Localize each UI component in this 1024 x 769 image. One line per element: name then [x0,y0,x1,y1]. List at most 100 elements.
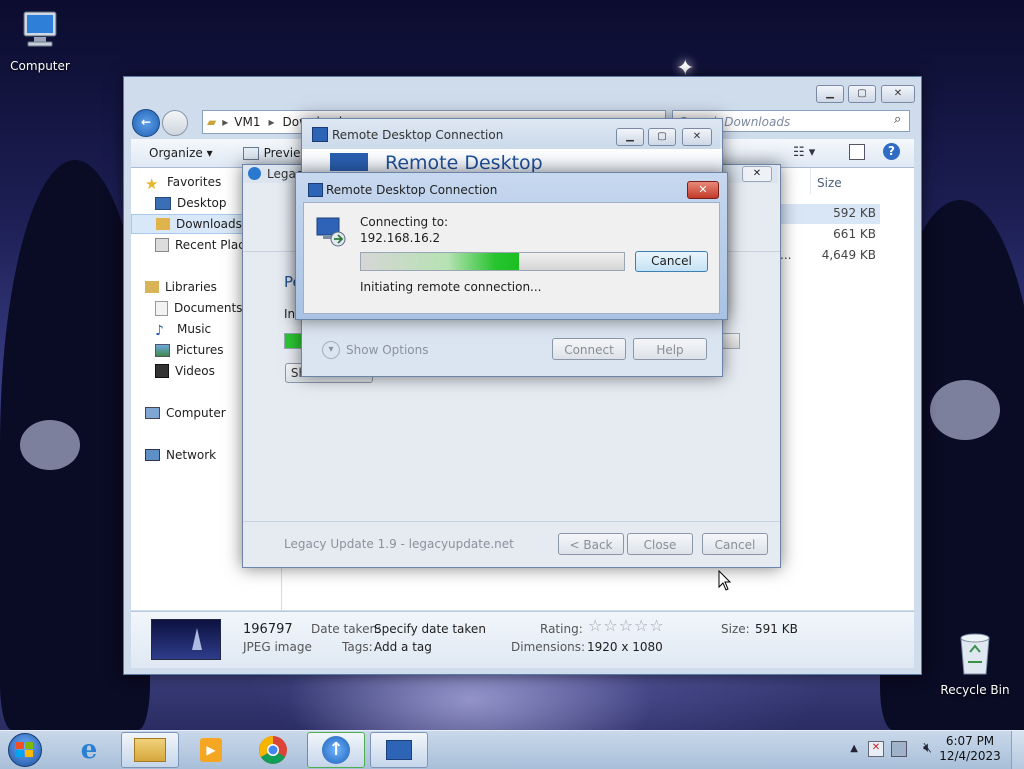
rdc-title: Remote Desktop Connection [332,128,504,142]
row-size: 592 KB [833,206,876,220]
tags-value[interactable]: Add a tag [374,640,432,654]
row-size: 4,649 KB [821,248,876,262]
clock-time: 6:07 PM [945,734,995,748]
action-center-icon[interactable]: ✕ [868,741,884,757]
row-size: 661 KB [833,227,876,241]
nav-pictures[interactable]: Pictures [155,340,224,360]
close-button[interactable]: ✕ [881,85,915,103]
folder-icon: ▰ [207,115,217,129]
legacy-cancel-button[interactable]: Cancel [702,533,768,555]
dimensions-value: 1920 x 1080 [587,640,663,654]
help-button[interactable]: Help [633,338,707,360]
nav-network[interactable]: Network [145,445,216,465]
rating-label: Rating: [540,622,583,636]
table-row[interactable]: 592 KB [780,204,880,224]
start-button[interactable] [3,731,47,769]
star-outline-icon[interactable]: ☆ [619,616,633,635]
legacy-update-icon [248,167,261,180]
star-icon: ★ [145,175,159,193]
maximize-button[interactable]: ▢ [648,128,676,146]
show-options-label: Show Options [346,343,429,357]
star-outline-icon[interactable]: ☆ [649,616,663,635]
close-button[interactable]: ✕ [687,181,719,199]
remote-desktop-banner-icon [330,153,368,171]
back-button[interactable]: < Back [558,533,624,555]
dialog-title: Remote Desktop Connection [326,183,498,197]
nav-music[interactable]: ♪ Music [155,319,211,339]
rdc-banner: Remote Desktop [302,149,722,174]
recycle-bin-icon [935,630,1015,679]
show-desktop-button[interactable] [1011,731,1024,769]
size-value: 591 KB [755,622,798,636]
connection-progress-fill [361,253,519,270]
videos-icon [155,364,169,378]
row-name: ... [780,248,792,262]
tags-label: Tags: [342,640,373,654]
taskbar-internet-explorer[interactable]: e [60,732,118,768]
column-header-size[interactable]: Size [810,168,921,194]
connect-button[interactable]: Connect [552,338,626,360]
legacy-close-button[interactable]: Close [627,533,693,555]
nav-label: Documents [174,301,243,315]
legacy-update-icon: ↑ [322,736,350,764]
nav-desktop[interactable]: Desktop [155,193,227,213]
cancel-button[interactable]: Cancel [635,251,708,272]
nav-libraries[interactable]: Libraries [145,277,217,297]
dialog-body: Connecting to: 192.168.16.2 Cancel Initi… [303,202,720,314]
maximize-button[interactable]: ▢ [848,85,876,103]
taskbar-windows-explorer[interactable] [121,732,179,768]
date-taken-value[interactable]: Specify date taken [374,622,486,636]
table-row[interactable]: 661 KB [780,225,880,245]
network-status-icon[interactable] [891,741,907,757]
organize-button[interactable]: Organize ▾ [149,146,213,160]
preview-pane-icon[interactable] [849,144,865,160]
nav-computer[interactable]: Computer [145,403,226,423]
back-arrow-icon[interactable]: ← [132,109,160,137]
nav-documents[interactable]: Documents [155,298,242,318]
network-icon [145,449,160,461]
taskbar-chrome[interactable] [244,732,302,768]
snow-patch [20,420,80,470]
minimize-button[interactable]: ▁ [616,128,644,146]
desktop-icon-recycle-bin[interactable]: Recycle Bin [935,630,1015,697]
nav-videos[interactable]: Videos [155,361,215,381]
search-icon[interactable]: ⌕ [894,112,901,127]
forward-arrow-icon[interactable] [162,110,188,136]
help-icon[interactable]: ? [883,143,900,160]
taskbar-media-player[interactable]: ▶ [182,732,240,768]
rating-stars[interactable]: ☆☆☆☆☆ [588,616,665,635]
documents-icon [155,300,168,316]
nav-favorites[interactable]: ★ Favorites [145,172,221,193]
table-row[interactable]: ... 4,649 KB [780,246,880,266]
nav-label: Pictures [176,343,224,357]
star-outline-icon[interactable]: ☆ [634,616,648,635]
preview-icon [242,146,259,160]
dimensions-label: Dimensions: [511,640,586,654]
nav-label: Music [177,322,212,336]
nav-label: Network [166,448,217,462]
breadcrumb-item[interactable]: VM1 [234,115,260,129]
desktop-icon-computer[interactable]: Computer [0,8,80,73]
star-outline-icon[interactable]: ☆ [588,616,602,635]
show-hidden-icons-icon[interactable]: ▲ [850,743,858,754]
nav-label: Downloads [176,217,242,231]
clock[interactable]: 6:07 PM 12/4/2023 [938,734,1002,764]
taskbar-legacy-update[interactable]: ↑ [307,732,365,768]
divider [243,521,780,522]
date-taken-label: Date taken: [311,622,382,636]
volume-muted-icon[interactable]: 🔇︎ [923,740,932,756]
taskbar: e ▶ ↑ ▲ ✕ 🔇︎ 6:07 PM 12/4/2023 [0,730,1024,769]
taskbar-remote-desktop[interactable] [370,732,428,768]
rdc-titlebar: Remote Desktop Connection ▁ ▢ ✕ [302,119,720,149]
close-button[interactable]: ✕ [742,166,772,182]
star-outline-icon[interactable]: ☆ [603,616,617,635]
rdc-connecting-dialog[interactable]: Remote Desktop Connection ✕ Connecting t… [295,172,728,320]
legacy-footer-text: Legacy Update 1.9 - legacyupdate.net [284,537,514,551]
minimize-button[interactable]: ▁ [816,85,844,103]
mouse-cursor-icon [718,570,732,591]
view-options-icon[interactable]: ☷ ▾ [793,145,815,160]
chevron-down-icon: ▾ [322,341,340,359]
size-label: Size: [721,622,750,636]
close-button[interactable]: ✕ [682,128,712,146]
show-options-toggle[interactable]: ▾ Show Options [322,341,429,359]
